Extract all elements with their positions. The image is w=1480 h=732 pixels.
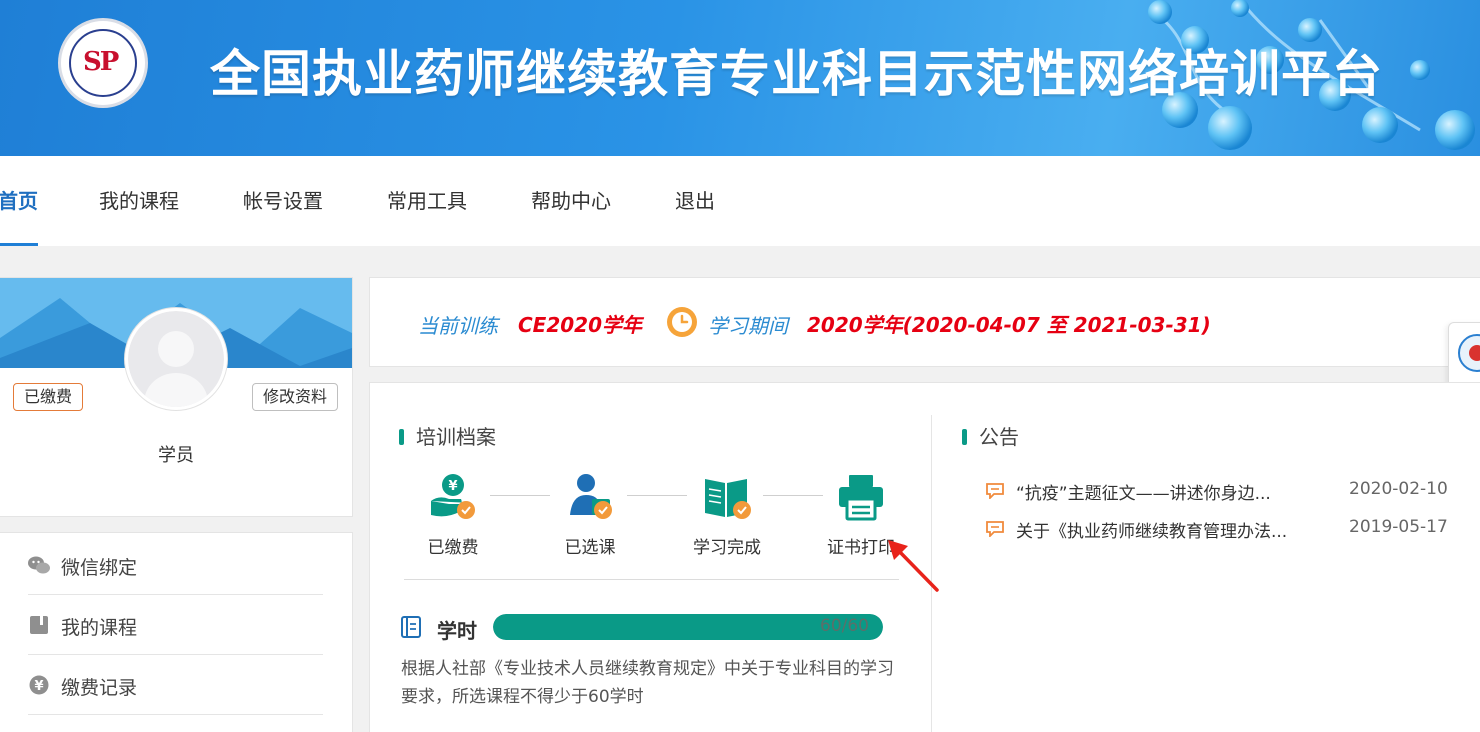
side-menu: 微信绑定 我的课程 ¥ 缴费记录 [0,532,353,732]
selected-course-icon [564,471,616,523]
printer-icon [835,471,887,523]
association-logo: SP [58,18,148,108]
side-item-label: 缴费记录 [61,677,138,699]
wechat-icon [28,556,50,574]
profile-card: 已缴费 修改资料 学员 [0,277,353,517]
avatar [125,308,227,410]
study-hours-progress: 60/60 [493,614,883,640]
side-item-label: 我的课程 [61,617,138,639]
site-header: SP 全国执业药师继续教育专业科目示范性网络培训平台 [0,0,1480,156]
announcement-date: 2020-02-10 [1349,479,1448,499]
training-record-title: 培训档案 [399,421,496,450]
svg-text:¥: ¥ [448,479,457,494]
section-divider [404,579,899,580]
paid-status-badge: 已缴费 [13,383,84,411]
nav-item-home[interactable]: 首页 [0,156,38,246]
side-item-label: 微信绑定 [61,557,138,579]
title-marker [962,429,967,445]
clock-icon [667,307,697,337]
site-title: 全国执业药师继续教育专业科目示范性网络培训平台 [210,45,1383,103]
announcements-title: 公告 [962,421,1019,450]
step-study-complete[interactable]: 学习完成 [677,471,777,558]
edit-profile-button[interactable]: 修改资料 [252,383,339,411]
step-label: 已选课 [564,538,616,558]
user-silhouette-icon [144,331,208,407]
progress-text: 60/60 [820,616,869,636]
side-item-payment-records[interactable]: ¥ 缴费记录 [28,655,323,715]
side-item-my-courses[interactable]: 我的课程 [28,595,323,655]
user-role: 学员 [158,445,194,466]
step-course-selected[interactable]: 已选课 [540,471,640,558]
side-item-wechat-binding[interactable]: 微信绑定 [28,535,323,595]
study-period-label: 学习期间 [708,314,788,338]
step-paid[interactable]: ¥ 已缴费 [403,471,503,558]
message-icon [986,483,1004,499]
nav-item-my-courses[interactable]: 我的课程 [99,156,179,246]
nav-item-tools[interactable]: 常用工具 [387,156,467,246]
announcement-title: 关于《执业药师继续教育管理办法... [1016,522,1288,542]
annotation-arrow-icon [888,540,939,592]
current-training-label: 当前训练 [418,314,498,338]
study-hours-description: 根据人社部《专业技术人员继续教育规定》中关于专业科目的学习要求，所选课程不得少于… [401,659,894,707]
logo-mark: SP [83,47,119,77]
current-training-value: CE2020学年 [518,313,643,337]
svg-text:¥: ¥ [34,679,43,694]
nav-item-account-settings[interactable]: 帐号设置 [243,156,323,246]
announcement-date: 2019-05-17 [1349,517,1448,537]
study-complete-icon [701,471,753,523]
notebook-icon [401,616,421,638]
step-label: 学习完成 [693,538,761,558]
announcement-item[interactable]: 关于《执业药师继续教育管理办法... 2019-05-17 [984,515,1449,543]
study-hours-label: 学时 [437,619,477,643]
yen-icon: ¥ [29,675,49,695]
book-icon [30,616,48,634]
paid-icon: ¥ [427,471,479,523]
step-label: 已缴费 [427,538,479,558]
nav-item-help-center[interactable]: 帮助中心 [531,156,611,246]
title-marker [399,429,404,445]
main-nav: 首页 我的课程 帐号设置 常用工具 帮助中心 退出 [0,156,1480,246]
study-period-value: 2020学年(2020-04-07 至 2021-03-31) [807,313,1211,337]
current-training-bar: 当前训练 CE2020学年 学习期间 2020学年(2020-04-07 至 2… [369,277,1480,367]
message-icon [986,521,1004,537]
nav-item-logout[interactable]: 退出 [675,156,715,246]
announcement-title: “抗疫”主题征文——讲述你身边... [1016,484,1271,504]
announcement-item[interactable]: “抗疫”主题征文——讲述你身边... 2020-02-10 [984,477,1449,505]
